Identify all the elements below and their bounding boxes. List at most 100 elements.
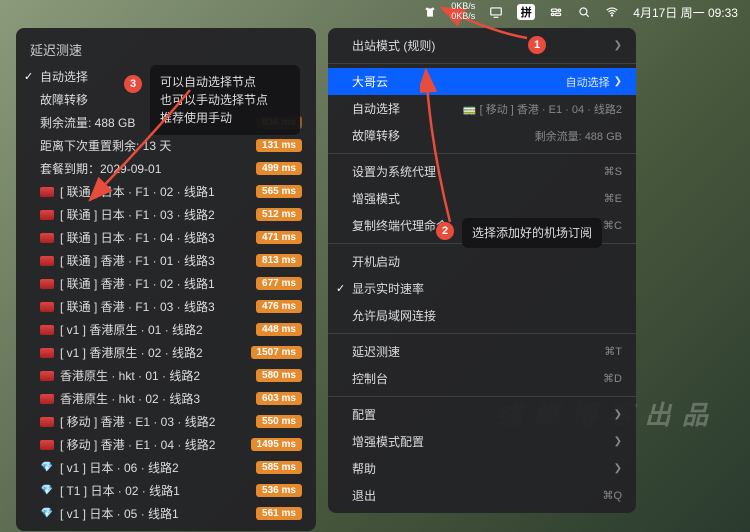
separator: [328, 153, 636, 154]
input-method[interactable]: 拼: [517, 4, 535, 20]
check-icon: ✓: [24, 70, 33, 83]
control-center-icon[interactable]: [549, 5, 563, 19]
callout-3: 3 可以自动选择节点 也可以手动选择节点 推荐使用手动: [150, 65, 300, 135]
latency-badge: 471 ms: [256, 231, 302, 244]
search-icon[interactable]: [577, 5, 591, 19]
menubar: 0KB/s0KB/s 拼 4月17日 周一 09:33: [411, 0, 750, 24]
menu-item[interactable]: 增强模式配置❯: [328, 428, 636, 455]
node-item[interactable]: 套餐到期：2029-09-01499 ms: [16, 157, 316, 180]
menu-item[interactable]: 故障转移剩余流量: 488 GB: [328, 122, 636, 149]
menu-item[interactable]: 增强模式⌘E: [328, 185, 636, 212]
badge-1: 1: [528, 36, 546, 54]
latency-badge: 550 ms: [256, 415, 302, 428]
menu-right: ❯: [614, 40, 622, 51]
node-item[interactable]: [ 联通 ] 香港 · F1 · 02 · 线路1677 ms: [16, 272, 316, 295]
node-item[interactable]: 💎[ v1 ] 日本 · 06 · 线路2585 ms: [16, 456, 316, 479]
menu-right: 🚃 [ 移动 ] 香港 · E1 · 04 · 线路2: [463, 101, 622, 117]
menu-label: 自动选择: [352, 100, 463, 117]
menu-label: 允许局域网连接: [352, 307, 622, 324]
node-item[interactable]: [ 联通 ] 日本 · F1 · 02 · 线路1565 ms: [16, 180, 316, 203]
latency-badge: 677 ms: [256, 277, 302, 290]
node-label: [ T1 ] 日本 · 02 · 线路1: [60, 482, 256, 499]
menu-label: 延迟测速: [352, 343, 604, 360]
menu-label: 开机启动: [352, 253, 622, 270]
chevron-right-icon: ❯: [614, 409, 622, 420]
node-item[interactable]: 香港原生 · hkt · 01 · 线路2580 ms: [16, 364, 316, 387]
menu-item[interactable]: 开机启动: [328, 248, 636, 275]
menu-item[interactable]: 帮助❯: [328, 455, 636, 482]
menu-label: 大哥云: [352, 73, 566, 90]
train-icon: [40, 208, 54, 222]
menu-right: 自动选择❯: [566, 74, 622, 90]
chevron-right-icon: ❯: [614, 40, 622, 51]
node-item[interactable]: 距离下次重置剩余: 13 天131 ms: [16, 134, 316, 157]
menu-item[interactable]: 自动选择🚃 [ 移动 ] 香港 · E1 · 04 · 线路2: [328, 95, 636, 122]
node-label: [ 联通 ] 香港 · F1 · 03 · 线路3: [60, 298, 256, 315]
node-item[interactable]: [ 移动 ] 香港 · E1 · 04 · 线路21495 ms: [16, 433, 316, 456]
menu-right: 剩余流量: 488 GB: [535, 128, 622, 144]
node-item[interactable]: [ 联通 ] 日本 · F1 · 03 · 线路2512 ms: [16, 203, 316, 226]
node-item[interactable]: [ v1 ] 香港原生 · 01 · 线路2448 ms: [16, 318, 316, 341]
menu-item[interactable]: 大哥云自动选择❯: [328, 68, 636, 95]
node-item[interactable]: 💎[ T1 ] 日本 · 02 · 线路1536 ms: [16, 479, 316, 502]
net-speed: 0KB/s0KB/s: [451, 2, 475, 22]
display-icon[interactable]: [489, 5, 503, 19]
menu-item[interactable]: 退出⌘Q: [328, 482, 636, 509]
train-icon: [40, 323, 54, 337]
node-label: [ v1 ] 香港原生 · 02 · 线路2: [60, 344, 251, 361]
chevron-right-icon: ❯: [614, 436, 622, 447]
menu-label: 显示实时速率: [352, 280, 622, 297]
menu-item[interactable]: 允许局域网连接: [328, 302, 636, 329]
node-item[interactable]: [ v1 ] 香港原生 · 02 · 线路21507 ms: [16, 341, 316, 364]
train-icon: [40, 277, 54, 291]
node-item[interactable]: 💎 [ v1 ] 日本 · 05 · 线路1561 ms: [16, 502, 316, 525]
train-icon: [40, 392, 54, 406]
menu-right: ⌘C: [603, 219, 622, 232]
node-label: [ v1 ] 香港原生 · 01 · 线路2: [60, 321, 256, 338]
latency-badge: 476 ms: [256, 300, 302, 313]
diamond-icon: 💎: [40, 507, 54, 521]
menu-label: 退出: [352, 487, 602, 504]
menu-right: ❯: [614, 463, 622, 474]
node-item[interactable]: [ 联通 ] 香港 · F1 · 03 · 线路3476 ms: [16, 295, 316, 318]
menu-item[interactable]: ✓ 显示实时速率: [328, 275, 636, 302]
menu-item[interactable]: 设置为系统代理⌘S: [328, 158, 636, 185]
node-item[interactable]: [ 联通 ] 日本 · F1 · 04 · 线路3471 ms: [16, 226, 316, 249]
node-label: [ 移动 ] 香港 · E1 · 04 · 线路2: [60, 436, 251, 453]
diamond-icon: 💎: [40, 484, 54, 498]
train-icon: [40, 231, 54, 245]
clock[interactable]: 4月17日 周一 09:33: [633, 4, 738, 21]
node-label: [ v1 ] 日本 · 05 · 线路1: [60, 505, 256, 522]
node-item[interactable]: 香港原生 · hkt · 02 · 线路3603 ms: [16, 387, 316, 410]
menu-item[interactable]: 配置❯: [328, 401, 636, 428]
node-label: 套餐到期：2029-09-01: [40, 160, 256, 177]
node-item[interactable]: [ 联通 ] 香港 · F1 · 01 · 线路3813 ms: [16, 249, 316, 272]
node-label: 香港原生 · hkt · 01 · 线路2: [60, 367, 256, 384]
train-icon: [40, 254, 54, 268]
separator: [328, 333, 636, 334]
menu-item[interactable]: 出站模式 (规则)❯: [328, 32, 636, 59]
menu-item[interactable]: 延迟测速⌘T: [328, 338, 636, 365]
node-item[interactable]: [ 移动 ] 香港 · E1 · 03 · 线路2550 ms: [16, 410, 316, 433]
node-label: [ 联通 ] 日本 · F1 · 03 · 线路2: [60, 206, 256, 223]
latency-badge: 585 ms: [256, 461, 302, 474]
badge-3: 3: [124, 75, 142, 93]
main-menu: 出站模式 (规则)❯大哥云自动选择❯自动选择🚃 [ 移动 ] 香港 · E1 ·…: [328, 28, 636, 513]
menu-label: 增强模式: [352, 190, 604, 207]
latency-badge: 561 ms: [256, 507, 302, 520]
train-icon: [40, 346, 54, 360]
node-label: [ 联通 ] 香港 · F1 · 02 · 线路1: [60, 275, 256, 292]
menu-right: ❯: [614, 436, 622, 447]
node-label: [ 联通 ] 日本 · F1 · 04 · 线路3: [60, 229, 256, 246]
panel-title: 延迟测速: [16, 34, 316, 65]
check-icon: ✓: [336, 282, 345, 295]
latency-badge: 603 ms: [256, 392, 302, 405]
wifi-icon[interactable]: [605, 5, 619, 19]
menu-item[interactable]: 控制台⌘D: [328, 365, 636, 392]
menu-label: 增强模式配置: [352, 433, 614, 450]
latency-badge: 131 ms: [256, 139, 302, 152]
train-icon: [40, 185, 54, 199]
node-label: [ v1 ] 日本 · 06 · 线路2: [60, 459, 256, 476]
menu-label: 帮助: [352, 460, 614, 477]
node-label: [ 联通 ] 香港 · F1 · 01 · 线路3: [60, 252, 256, 269]
